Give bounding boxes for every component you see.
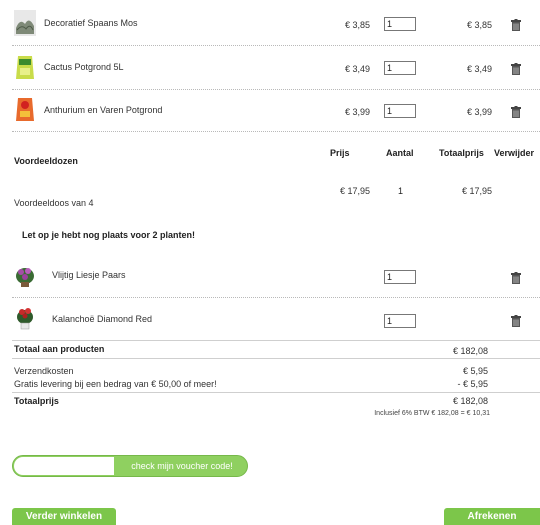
row-divider xyxy=(12,89,540,90)
quantity-input[interactable] xyxy=(384,17,416,31)
product-total: € 3,99 xyxy=(466,107,492,117)
product-price: € 3,49 xyxy=(344,64,370,74)
soil-bag-thumbnail-icon xyxy=(16,56,34,79)
row-divider xyxy=(12,131,540,132)
trash-icon[interactable] xyxy=(511,19,521,31)
bundle-quantity: 1 xyxy=(398,186,404,196)
continue-shopping-button[interactable]: Verder winkelen xyxy=(12,508,116,525)
row-divider xyxy=(12,358,540,359)
cart-row: Cactus Potgrond 5L € 3,49 € 3,49 xyxy=(0,50,540,86)
column-header-total: Totaalprijs xyxy=(439,148,484,158)
trash-icon[interactable] xyxy=(511,315,521,327)
cart-row: Decoratief Spaans Mos € 3,85 € 3,85 xyxy=(0,6,540,42)
moss-thumbnail-icon xyxy=(14,10,36,36)
product-name[interactable]: Decoratief Spaans Mos xyxy=(44,18,138,28)
section-title: Voordeeldozen xyxy=(14,156,78,166)
column-header-quantity: Aantal xyxy=(386,148,414,158)
product-name[interactable]: Cactus Potgrond 5L xyxy=(44,62,124,72)
product-name[interactable]: Anthurium en Varen Potgrond xyxy=(44,105,162,115)
quantity-input[interactable] xyxy=(384,104,416,118)
bundle-price: € 17,95 xyxy=(339,186,370,196)
soil-bag-thumbnail-icon xyxy=(16,98,34,121)
shipping-value: € 5,95 xyxy=(462,366,488,376)
trash-icon[interactable] xyxy=(511,272,521,284)
product-price: € 3,85 xyxy=(344,20,370,30)
quantity-input[interactable] xyxy=(384,61,416,75)
column-header-price: Prijs xyxy=(330,148,350,158)
row-divider xyxy=(12,297,540,298)
plant-name[interactable]: Kalanchoë Diamond Red xyxy=(52,314,152,324)
trash-icon[interactable] xyxy=(511,106,521,118)
trash-icon[interactable] xyxy=(511,63,521,75)
checkout-button[interactable]: Afrekenen xyxy=(444,508,540,525)
product-total: € 3,85 xyxy=(466,20,492,30)
product-total: € 3,49 xyxy=(466,64,492,74)
row-divider xyxy=(12,45,540,46)
grand-total-value: € 182,08 xyxy=(452,396,488,406)
plant-name[interactable]: Vlijtig Liesje Paars xyxy=(52,270,126,280)
quantity-input[interactable] xyxy=(384,314,416,328)
voucher-code-input[interactable] xyxy=(14,457,114,475)
free-shipping-label: Gratis levering bij een bedrag van € 50,… xyxy=(14,379,217,389)
vat-note: Inclusief 6% BTW € 182,08 = € 10,31 xyxy=(374,410,490,417)
row-divider xyxy=(12,392,540,393)
column-header-remove: Verwijder xyxy=(494,148,535,158)
shipping-label: Verzendkosten xyxy=(14,366,74,376)
bundle-notice: Let op je hebt nog plaats voor 2 planten… xyxy=(22,230,196,240)
row-divider xyxy=(12,340,540,341)
check-voucher-button[interactable]: check mijn voucher code! xyxy=(117,456,247,476)
plant-thumbnail-icon xyxy=(16,268,34,287)
products-total-label: Totaal aan producten xyxy=(14,344,105,354)
cart-row: Anthurium en Varen Potgrond € 3,99 € 3,9… xyxy=(0,93,540,129)
free-shipping-value: - € 5,95 xyxy=(457,379,488,389)
bundle-name: Voordeeldoos van 4 xyxy=(14,198,94,208)
voucher-form: check mijn voucher code! xyxy=(12,455,248,477)
product-price: € 3,99 xyxy=(344,107,370,117)
quantity-input[interactable] xyxy=(384,270,416,284)
bundle-total: € 17,95 xyxy=(461,186,492,196)
grand-total-label: Totaalprijs xyxy=(14,396,59,406)
plant-thumbnail-icon xyxy=(17,308,33,330)
products-total-value: € 182,08 xyxy=(452,346,488,356)
